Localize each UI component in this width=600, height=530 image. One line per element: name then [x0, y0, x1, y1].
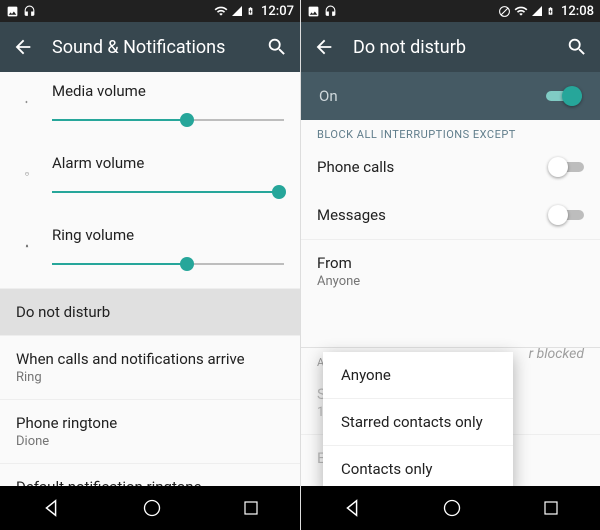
dnd-icon: [498, 5, 511, 18]
nav-bar: [0, 486, 300, 530]
volume-label: Ring volume: [52, 226, 284, 244]
speaker-icon: [16, 82, 38, 104]
nav-home-icon[interactable]: [442, 498, 462, 518]
phone-ringtone-item[interactable]: Phone ringtone Dione: [0, 399, 300, 463]
appbar-title: Do not disturb: [353, 37, 548, 58]
status-clock: 12:07: [261, 4, 294, 19]
nav-recent-icon[interactable]: [542, 499, 560, 517]
volume-label: Alarm volume: [52, 154, 284, 172]
ring-volume-slider[interactable]: [52, 254, 284, 274]
block-header: BLOCK ALL INTERRUPTIONS EXCEPT: [301, 120, 600, 143]
subbar-label: On: [319, 87, 338, 105]
status-clock: 12:08: [561, 4, 594, 19]
alarm-volume-slider[interactable]: [52, 182, 284, 202]
from-item[interactable]: From Anyone: [301, 239, 600, 303]
media-volume-slider[interactable]: [52, 110, 284, 130]
image-icon: [307, 5, 320, 18]
status-bar: 12:07: [0, 0, 300, 22]
app-bar: Do not disturb: [301, 22, 600, 72]
media-volume-row: Media volume: [0, 72, 300, 144]
search-icon[interactable]: [566, 36, 588, 58]
nav-recent-icon[interactable]: [242, 499, 260, 517]
headphones-icon: [23, 5, 36, 18]
content-area: Media volume Alarm volume Ring volume Do…: [0, 72, 300, 486]
dnd-master-toggle[interactable]: [546, 86, 582, 106]
alarm-volume-row: Alarm volume: [0, 144, 300, 216]
popup-option-contacts[interactable]: Contacts only: [323, 445, 513, 486]
nav-back-icon[interactable]: [341, 497, 363, 519]
calls-arrive-item[interactable]: When calls and notifications arrive Ring: [0, 335, 300, 399]
ring-volume-row: Ring volume: [0, 216, 300, 288]
blocked-text-fragment: r blocked: [529, 346, 584, 362]
app-bar: Sound & Notifications: [0, 22, 300, 72]
popup-option-starred[interactable]: Starred contacts only: [323, 398, 513, 445]
do-not-disturb-item[interactable]: Do not disturb: [0, 288, 300, 335]
from-popup: Anyone Starred contacts only Contacts on…: [323, 352, 513, 486]
back-icon[interactable]: [12, 36, 34, 58]
wifi-icon: [214, 4, 228, 18]
search-icon[interactable]: [266, 36, 288, 58]
wifi-icon: [514, 4, 528, 18]
popup-option-anyone[interactable]: Anyone: [323, 352, 513, 398]
battery-icon: [546, 4, 555, 18]
screen-do-not-disturb: 12:08 Do not disturb On BLOCK ALL INTERR…: [300, 0, 600, 530]
phone-calls-row[interactable]: Phone calls: [301, 143, 600, 191]
status-bar: 12:08: [301, 0, 600, 22]
phone-calls-toggle[interactable]: [548, 157, 584, 177]
back-icon[interactable]: [313, 36, 335, 58]
screen-sound-notifications: 12:07 Sound & Notifications Media volume…: [0, 0, 300, 530]
messages-toggle[interactable]: [548, 205, 584, 225]
nav-back-icon[interactable]: [40, 497, 62, 519]
appbar-title: Sound & Notifications: [52, 37, 248, 58]
volume-label: Media volume: [52, 82, 284, 100]
dnd-subbar: On: [301, 72, 600, 120]
notification-ringtone-item[interactable]: Default notification ringtone Tethys: [0, 463, 300, 486]
signal-icon: [531, 5, 543, 17]
alarm-icon: [16, 154, 38, 176]
content-area: BLOCK ALL INTERRUPTIONS EXCEPT Phone cal…: [301, 120, 600, 486]
nav-bar: [301, 486, 600, 530]
signal-icon: [231, 5, 243, 17]
battery-icon: [246, 4, 255, 18]
messages-row[interactable]: Messages: [301, 191, 600, 239]
image-icon: [6, 5, 19, 18]
nav-home-icon[interactable]: [142, 498, 162, 518]
headphones-icon: [324, 5, 337, 18]
bell-icon: [16, 226, 38, 248]
